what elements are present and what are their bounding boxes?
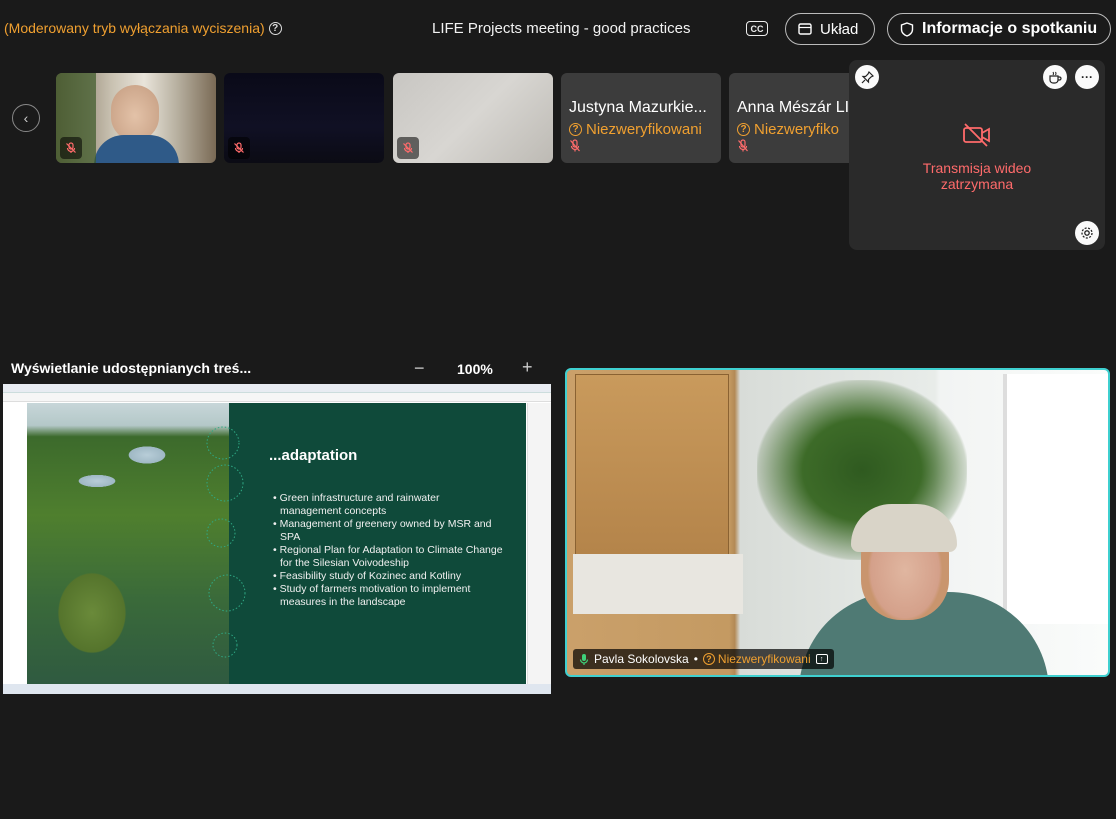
- slide-bullet: • Green infrastructure and rainwater man…: [273, 492, 440, 517]
- meeting-info-label: Informacje o spotkaniu: [922, 20, 1098, 37]
- moderated-mode-indicator[interactable]: (Moderowany tryb wyłączania wyciszenia) …: [4, 20, 282, 36]
- unverified-status: ? Niezweryfiko: [737, 121, 839, 138]
- shared-window-toolbar: [3, 393, 551, 402]
- mic-off-icon: [228, 137, 250, 159]
- slide-bullet: • Management of greenery owned by MSR an…: [273, 518, 492, 543]
- screen-share-icon: ↑: [815, 654, 828, 664]
- pin-button[interactable]: [855, 65, 879, 89]
- slide-bullet: • Study of farmers motivation to impleme…: [273, 583, 471, 608]
- zoom-level: 100%: [457, 361, 493, 377]
- mic-off-icon: [570, 139, 580, 152]
- shared-window-titlebar: [3, 384, 551, 393]
- participant-tile-4[interactable]: Justyna Mazurkie... ? Niezweryfikowani: [561, 73, 721, 163]
- coffee-cup-icon: [1049, 71, 1062, 84]
- mic-on-icon: [579, 653, 589, 665]
- more-options-button[interactable]: ···: [1075, 65, 1099, 89]
- separator: •: [693, 652, 698, 666]
- mic-off-icon: [397, 137, 419, 159]
- unverified-label: Niezweryfikowani: [586, 121, 702, 138]
- self-view-panel[interactable]: ··· Transmisja wideo zatrzymana: [849, 60, 1105, 250]
- unverified-icon: ?: [569, 123, 582, 136]
- active-speaker-video[interactable]: Pavla Sokolovska • ? Niezweryfikowani ↑: [565, 368, 1110, 677]
- share-panel-title: Wyświetlanie udostępnianych treś...: [11, 360, 252, 376]
- settings-button[interactable]: [1075, 221, 1099, 245]
- landscape-photo: [27, 403, 229, 684]
- participant-tile-2[interactable]: [224, 73, 384, 163]
- moderated-mode-text: (Moderowany tryb wyłączania wyciszenia): [4, 20, 265, 36]
- previous-participants-button[interactable]: ‹: [12, 104, 40, 132]
- shared-screen[interactable]: ...adaptation • Green infrastructure and…: [3, 384, 551, 694]
- slide-bullet: • Feasibility study of Kozinec and Kotli…: [273, 570, 462, 582]
- slide-bullets: • Green infrastructure and rainwater man…: [273, 492, 503, 609]
- cupboard-decor: [575, 374, 729, 556]
- unverified-icon: ?: [702, 653, 715, 665]
- participant-name: Justyna Mazurkie...: [569, 99, 707, 116]
- speaker-name: Pavla Sokolovska: [594, 652, 689, 666]
- chevron-left-icon: ‹: [23, 110, 29, 126]
- slide-bullet: • Regional Plan for Adaptation to Climat…: [273, 544, 503, 569]
- layout-button-label: Układ: [820, 20, 859, 38]
- video-stopped-text: Transmisja wideo zatrzymana: [922, 160, 1032, 192]
- captions-icon[interactable]: CC: [746, 21, 768, 36]
- participant-tile-3[interactable]: [393, 73, 553, 163]
- mic-off-icon: [60, 137, 82, 159]
- unverified-icon: ?: [737, 123, 750, 136]
- window-decor: [1003, 374, 1108, 624]
- zoom-in-button[interactable]: +: [522, 357, 533, 378]
- layout-icon: [798, 23, 812, 35]
- zoom-out-button[interactable]: −: [414, 358, 425, 379]
- shared-taskbar: [3, 684, 551, 694]
- speaker-status: ? Niezweryfikowani: [702, 652, 811, 666]
- presentation-slide: ...adaptation • Green infrastructure and…: [27, 403, 526, 684]
- camera-off-icon: [963, 123, 990, 147]
- shared-window-sidebar: [527, 403, 551, 684]
- participant-tile-5[interactable]: Anna Mészár LI ? Niezweryfiko: [729, 73, 849, 163]
- reactions-button[interactable]: [1043, 65, 1067, 89]
- shelf-decor: [573, 554, 743, 614]
- speaker-name-badge: Pavla Sokolovska • ? Niezweryfikowani ↑: [573, 649, 834, 669]
- help-icon[interactable]: ?: [268, 21, 282, 35]
- participant-body: [94, 135, 179, 163]
- gear-icon: [1081, 227, 1093, 239]
- pin-icon: [861, 70, 874, 83]
- decorative-circles: [206, 426, 246, 658]
- slide-heading: ...adaptation: [269, 447, 358, 464]
- meeting-title: LIFE Projects meeting - good practices: [432, 20, 691, 37]
- shield-icon: [900, 21, 914, 37]
- participant-face: [111, 85, 159, 141]
- more-icon: ···: [1081, 70, 1093, 84]
- meeting-info-button[interactable]: Informacje o spotkaniu: [887, 13, 1111, 45]
- participant-tile-1[interactable]: [56, 73, 216, 163]
- unverified-label: Niezweryfiko: [754, 121, 840, 138]
- layout-button[interactable]: Układ: [785, 13, 875, 45]
- unverified-label: Niezweryfikowani: [717, 652, 811, 666]
- participant-name: Anna Mészár LI: [737, 99, 849, 116]
- unverified-status: ? Niezweryfikowani: [569, 121, 702, 138]
- mic-off-icon: [738, 139, 748, 152]
